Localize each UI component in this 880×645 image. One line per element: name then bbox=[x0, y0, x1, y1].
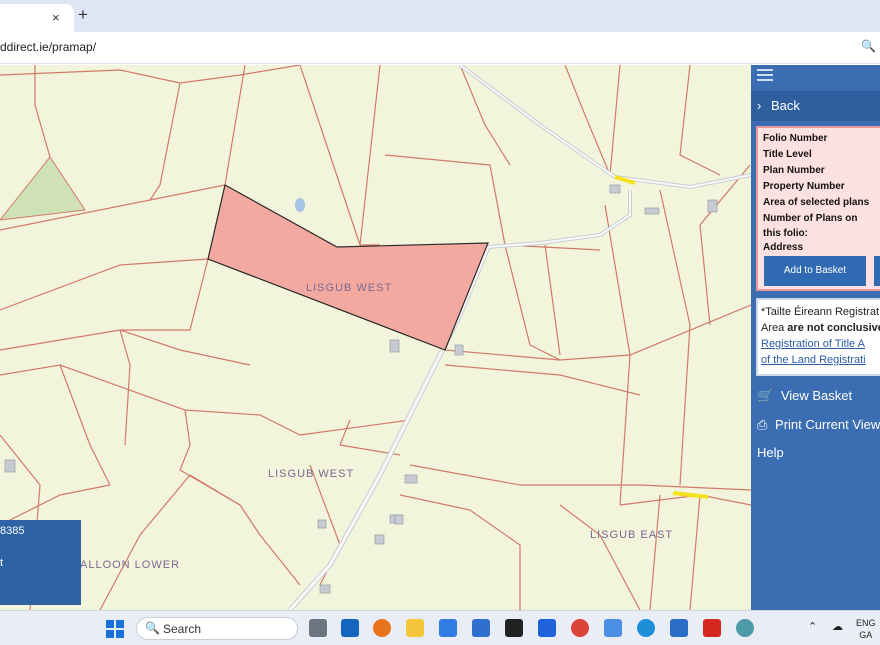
info-line: 8385 bbox=[0, 525, 25, 537]
add-to-basket-button[interactable]: Add to Basket bbox=[764, 256, 866, 286]
sidebar: › Back Folio Number Title Level Plan Num… bbox=[751, 65, 880, 610]
registration-link[interactable]: Registration of Title A bbox=[761, 338, 865, 350]
network-icon[interactable]: ☁ bbox=[832, 621, 843, 633]
globe-icon[interactable] bbox=[736, 619, 754, 637]
info-row: Area of selected plans bbox=[763, 197, 870, 208]
store-icon[interactable] bbox=[439, 619, 457, 637]
files-icon[interactable] bbox=[604, 619, 622, 637]
forest-area bbox=[0, 156, 86, 221]
townland-label: LISGUB EAST bbox=[590, 529, 674, 541]
view-basket-label: View Basket bbox=[780, 388, 853, 403]
outlook-icon[interactable] bbox=[341, 619, 359, 637]
disclaimer-text: *Tailte Éireann Registrat bbox=[761, 306, 880, 318]
chevron-right-icon: › bbox=[757, 98, 762, 113]
print-view-label: Print Current View bbox=[775, 417, 880, 432]
mail-icon[interactable] bbox=[472, 619, 490, 637]
info-row: Folio Number bbox=[763, 133, 828, 144]
browser-tab[interactable]: × bbox=[0, 4, 74, 32]
amazon-icon[interactable] bbox=[505, 619, 523, 637]
close-tab-icon[interactable]: × bbox=[52, 10, 60, 25]
info-row: Address bbox=[763, 242, 804, 253]
map-info-box: 8385 t bbox=[0, 520, 81, 605]
back-button[interactable]: › Back bbox=[751, 91, 880, 121]
info-row: Number of Plans on bbox=[763, 213, 858, 224]
info-row: Plan Number bbox=[763, 165, 825, 176]
task-view-icon[interactable] bbox=[309, 619, 327, 637]
cart-icon: 🛒 bbox=[757, 388, 774, 403]
pond bbox=[295, 198, 305, 212]
tab-bar: × + bbox=[0, 0, 880, 32]
acrobat-icon[interactable] bbox=[703, 619, 721, 637]
language-top: ENG bbox=[856, 618, 876, 628]
remote-desktop-icon[interactable] bbox=[670, 619, 688, 637]
taskbar: 🔍 Search ⌃ ☁ ENG GA bbox=[0, 610, 880, 645]
language-indicator[interactable]: ENG GA bbox=[856, 617, 876, 641]
lane bbox=[487, 190, 632, 249]
chevron-up-icon[interactable]: ⌃ bbox=[808, 621, 817, 633]
search-icon: 🔍 bbox=[145, 621, 160, 635]
edge-icon[interactable] bbox=[637, 619, 655, 637]
folio-info-panel: Folio Number Title Level Plan Number Pro… bbox=[756, 126, 880, 291]
disclaimer-bold: are not conclusive bbox=[787, 322, 880, 334]
menu-icon[interactable] bbox=[757, 69, 773, 83]
info-row: Property Number bbox=[763, 181, 845, 192]
yellow-segment bbox=[672, 491, 709, 499]
info-row: this folio: bbox=[763, 228, 808, 239]
chrome-icon[interactable] bbox=[571, 619, 589, 637]
disclaimer-panel: *Tailte Éireann Registrat Area are not c… bbox=[756, 298, 880, 376]
info-row: Title Level bbox=[763, 149, 812, 160]
map-canvas[interactable]: LISGUB WEST LISGUB WEST LISGUB EAST ALLO… bbox=[0, 65, 751, 610]
taskbar-search[interactable]: 🔍 Search bbox=[136, 617, 298, 640]
language-bottom: GA bbox=[859, 630, 873, 640]
url-text[interactable]: ddirect.ie/pramap/ bbox=[0, 40, 96, 54]
dropbox-icon[interactable] bbox=[538, 619, 556, 637]
townland-label: LISGUB WEST bbox=[268, 468, 355, 480]
land-registration-link[interactable]: of the Land Registrati bbox=[761, 354, 866, 366]
search-placeholder: Search bbox=[163, 622, 202, 636]
help-button[interactable]: Help bbox=[757, 445, 784, 460]
firefox-icon[interactable] bbox=[373, 619, 391, 637]
view-basket-button[interactable]: 🛒 View Basket bbox=[757, 388, 852, 404]
secondary-button[interactable] bbox=[874, 256, 880, 286]
address-bar[interactable]: ddirect.ie/pramap/ 🔍 bbox=[0, 32, 880, 64]
print-view-button[interactable]: ⎙ Print Current View bbox=[757, 417, 880, 433]
back-label: Back bbox=[770, 98, 800, 113]
townland-label: LISGUB WEST bbox=[306, 282, 393, 294]
start-icon[interactable] bbox=[106, 620, 124, 638]
file-explorer-icon[interactable] bbox=[406, 619, 424, 637]
disclaimer-text: Area bbox=[761, 322, 788, 334]
townland-label: ALLOON LOWER bbox=[80, 559, 181, 571]
zoom-icon[interactable]: 🔍 bbox=[861, 39, 876, 53]
info-line: t bbox=[0, 557, 4, 569]
printer-icon: ⎙ bbox=[757, 417, 768, 432]
new-tab-button[interactable]: + bbox=[78, 5, 88, 25]
